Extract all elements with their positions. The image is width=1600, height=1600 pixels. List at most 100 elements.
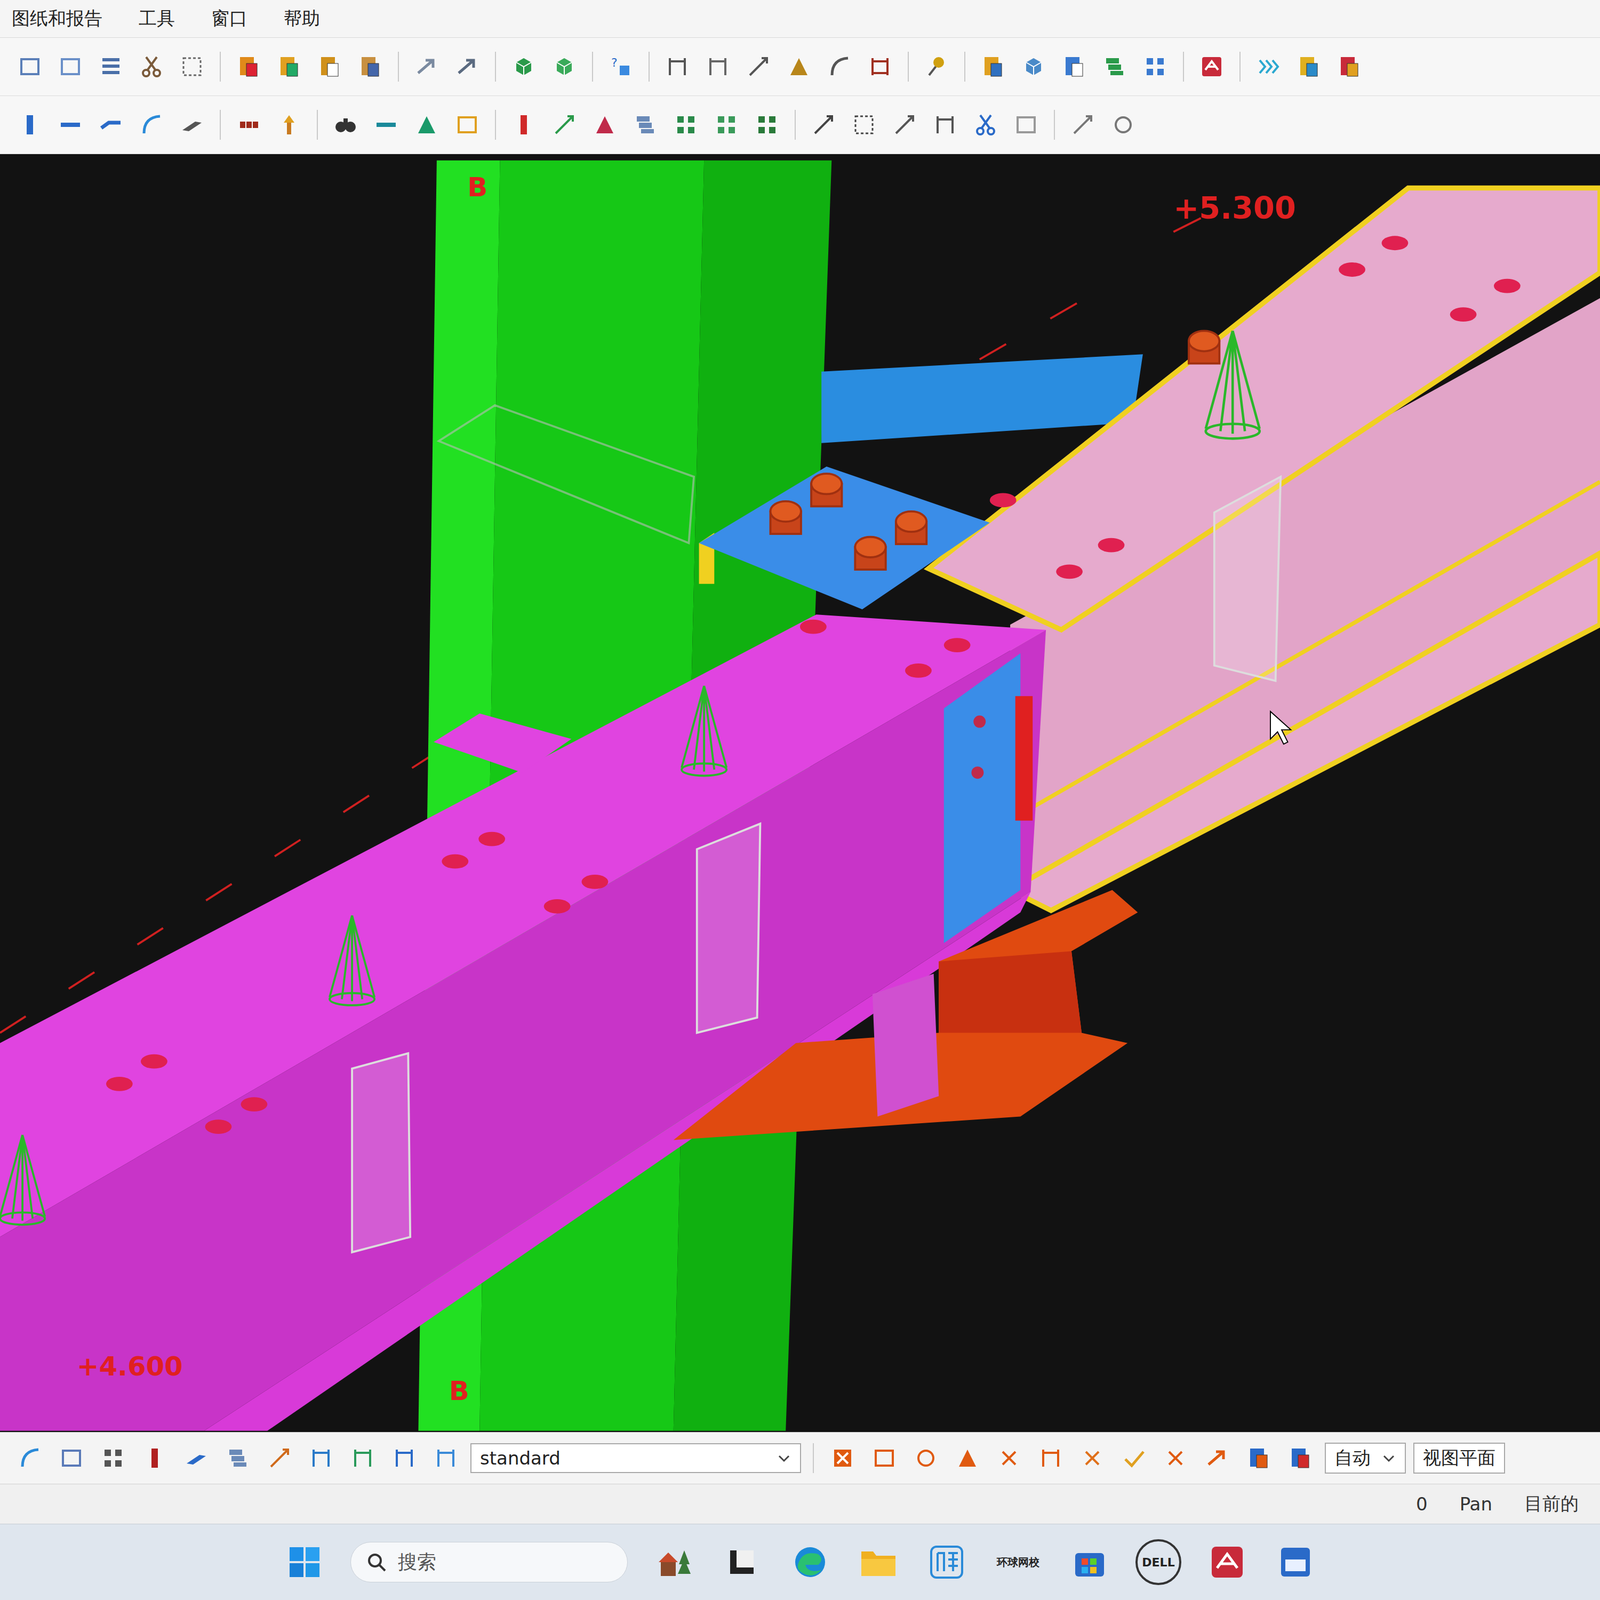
- tool-button[interactable]: [96, 1441, 131, 1476]
- taskbar-app[interactable]: [719, 1539, 765, 1585]
- tool-button[interactable]: [312, 49, 347, 84]
- view-plane-select[interactable]: 视图平面: [1413, 1442, 1506, 1474]
- tool-button[interactable]: [1016, 49, 1051, 84]
- menu-item[interactable]: 工具: [135, 4, 179, 34]
- tool-button[interactable]: [220, 1441, 255, 1476]
- tool-button[interactable]: [328, 107, 363, 142]
- snap-button[interactable]: [1158, 1441, 1193, 1476]
- tool-button[interactable]: [53, 49, 88, 84]
- tool-button[interactable]: [806, 107, 841, 142]
- splice-plate[interactable]: [699, 466, 990, 610]
- tool-button[interactable]: [1106, 107, 1141, 142]
- model-view[interactable]: BB+5.300+4.600: [0, 154, 1600, 1432]
- widget-button[interactable]: [651, 1539, 696, 1585]
- tool-button[interactable]: [134, 49, 169, 84]
- tool-button[interactable]: [231, 49, 266, 84]
- tool-button[interactable]: [272, 49, 307, 84]
- tool-button[interactable]: [272, 107, 307, 142]
- tool-button[interactable]: [506, 107, 541, 142]
- taskbar-app[interactable]: [1204, 1539, 1250, 1585]
- tool-button[interactable]: [587, 107, 622, 142]
- tool-button[interactable]: [506, 49, 541, 84]
- snap-button[interactable]: [867, 1441, 902, 1476]
- end-plate[interactable]: [944, 653, 1033, 943]
- tool-button[interactable]: [174, 107, 210, 142]
- bolts[interactable]: [770, 330, 1220, 570]
- taskbar-app[interactable]: [856, 1539, 901, 1585]
- tool-button[interactable]: [137, 1441, 172, 1476]
- tool-button[interactable]: [387, 1441, 422, 1476]
- tool-button[interactable]: [54, 1441, 89, 1476]
- tool-button[interactable]: [93, 107, 128, 142]
- tool-button[interactable]: [928, 107, 963, 142]
- tool-button[interactable]: [12, 107, 47, 142]
- tool-button[interactable]: [660, 49, 695, 84]
- tool-button[interactable]: [749, 107, 784, 142]
- taskbar-app[interactable]: [787, 1539, 833, 1585]
- tool-button[interactable]: [1138, 49, 1173, 84]
- tool-button[interactable]: [428, 1441, 463, 1476]
- tool-button[interactable]: [409, 49, 444, 84]
- back-beam[interactable]: [821, 354, 1143, 443]
- tool-button[interactable]: [450, 49, 485, 84]
- tool-button[interactable]: [179, 1441, 214, 1476]
- magenta-beam[interactable]: [0, 614, 1046, 1431]
- tool-button[interactable]: [1251, 49, 1286, 84]
- tool-button[interactable]: [53, 107, 88, 142]
- snap-button[interactable]: [1075, 1441, 1110, 1476]
- taskbar-app[interactable]: [924, 1539, 970, 1585]
- snap-mode-select[interactable]: 自动: [1324, 1442, 1406, 1474]
- tool-button[interactable]: [1057, 49, 1092, 84]
- snap-button[interactable]: [950, 1441, 985, 1476]
- light-pink-beam[interactable]: [928, 187, 1600, 911]
- snap-button[interactable]: [1241, 1441, 1276, 1476]
- tool-button[interactable]: [1194, 49, 1229, 84]
- tool-button[interactable]: [231, 107, 266, 142]
- tool-button[interactable]: [304, 1441, 339, 1476]
- menu-item[interactable]: 图纸和报告: [8, 4, 106, 34]
- filter-select[interactable]: standard: [470, 1443, 802, 1474]
- tool-button[interactable]: [862, 49, 898, 84]
- tool-button[interactable]: [846, 107, 882, 142]
- tool-button[interactable]: [345, 1441, 380, 1476]
- tool-button[interactable]: [1097, 49, 1132, 84]
- tool-button[interactable]: [976, 49, 1011, 84]
- taskbar-app[interactable]: [1273, 1539, 1318, 1585]
- tool-button[interactable]: [741, 49, 776, 84]
- snap-button[interactable]: [992, 1441, 1027, 1476]
- tool-button[interactable]: [1009, 107, 1044, 142]
- tool-button[interactable]: [12, 49, 47, 84]
- tool-button[interactable]: [409, 107, 444, 142]
- viewport[interactable]: BB+5.300+4.600: [0, 154, 1600, 1432]
- tool-button[interactable]: [134, 107, 169, 142]
- menu-item[interactable]: 窗口: [208, 4, 251, 34]
- tool-button[interactable]: [968, 107, 1003, 142]
- tool-button[interactable]: [700, 49, 735, 84]
- tool-button[interactable]: [668, 107, 703, 142]
- taskbar-app[interactable]: [1067, 1539, 1112, 1585]
- tool-button[interactable]: [628, 107, 663, 142]
- menu-item[interactable]: 帮助: [280, 4, 324, 34]
- tool-button[interactable]: [1332, 49, 1367, 84]
- tool-button[interactable]: [369, 107, 404, 142]
- snap-button[interactable]: [1283, 1441, 1318, 1476]
- snap-button[interactable]: [825, 1441, 860, 1476]
- dell-app[interactable]: DELL: [1135, 1539, 1182, 1586]
- snap-button[interactable]: [1200, 1441, 1235, 1476]
- tool-button[interactable]: [887, 107, 922, 142]
- tool-button[interactable]: [174, 49, 210, 84]
- tool-button[interactable]: [353, 49, 388, 84]
- tool-button[interactable]: [1065, 107, 1100, 142]
- taskbar-app[interactable]: 环球网校: [992, 1539, 1044, 1585]
- snap-button[interactable]: [1033, 1441, 1068, 1476]
- tool-button[interactable]: [547, 107, 582, 142]
- tool-button[interactable]: [547, 49, 582, 84]
- tool-button[interactable]: [709, 107, 744, 142]
- tool-button[interactable]: [822, 49, 857, 84]
- tool-button[interactable]: [262, 1441, 297, 1476]
- tool-button[interactable]: [781, 49, 816, 84]
- tool-button[interactable]: [919, 49, 954, 84]
- snap-button[interactable]: [908, 1441, 943, 1476]
- tool-button[interactable]: [93, 49, 128, 84]
- tool-button[interactable]: [1291, 49, 1326, 84]
